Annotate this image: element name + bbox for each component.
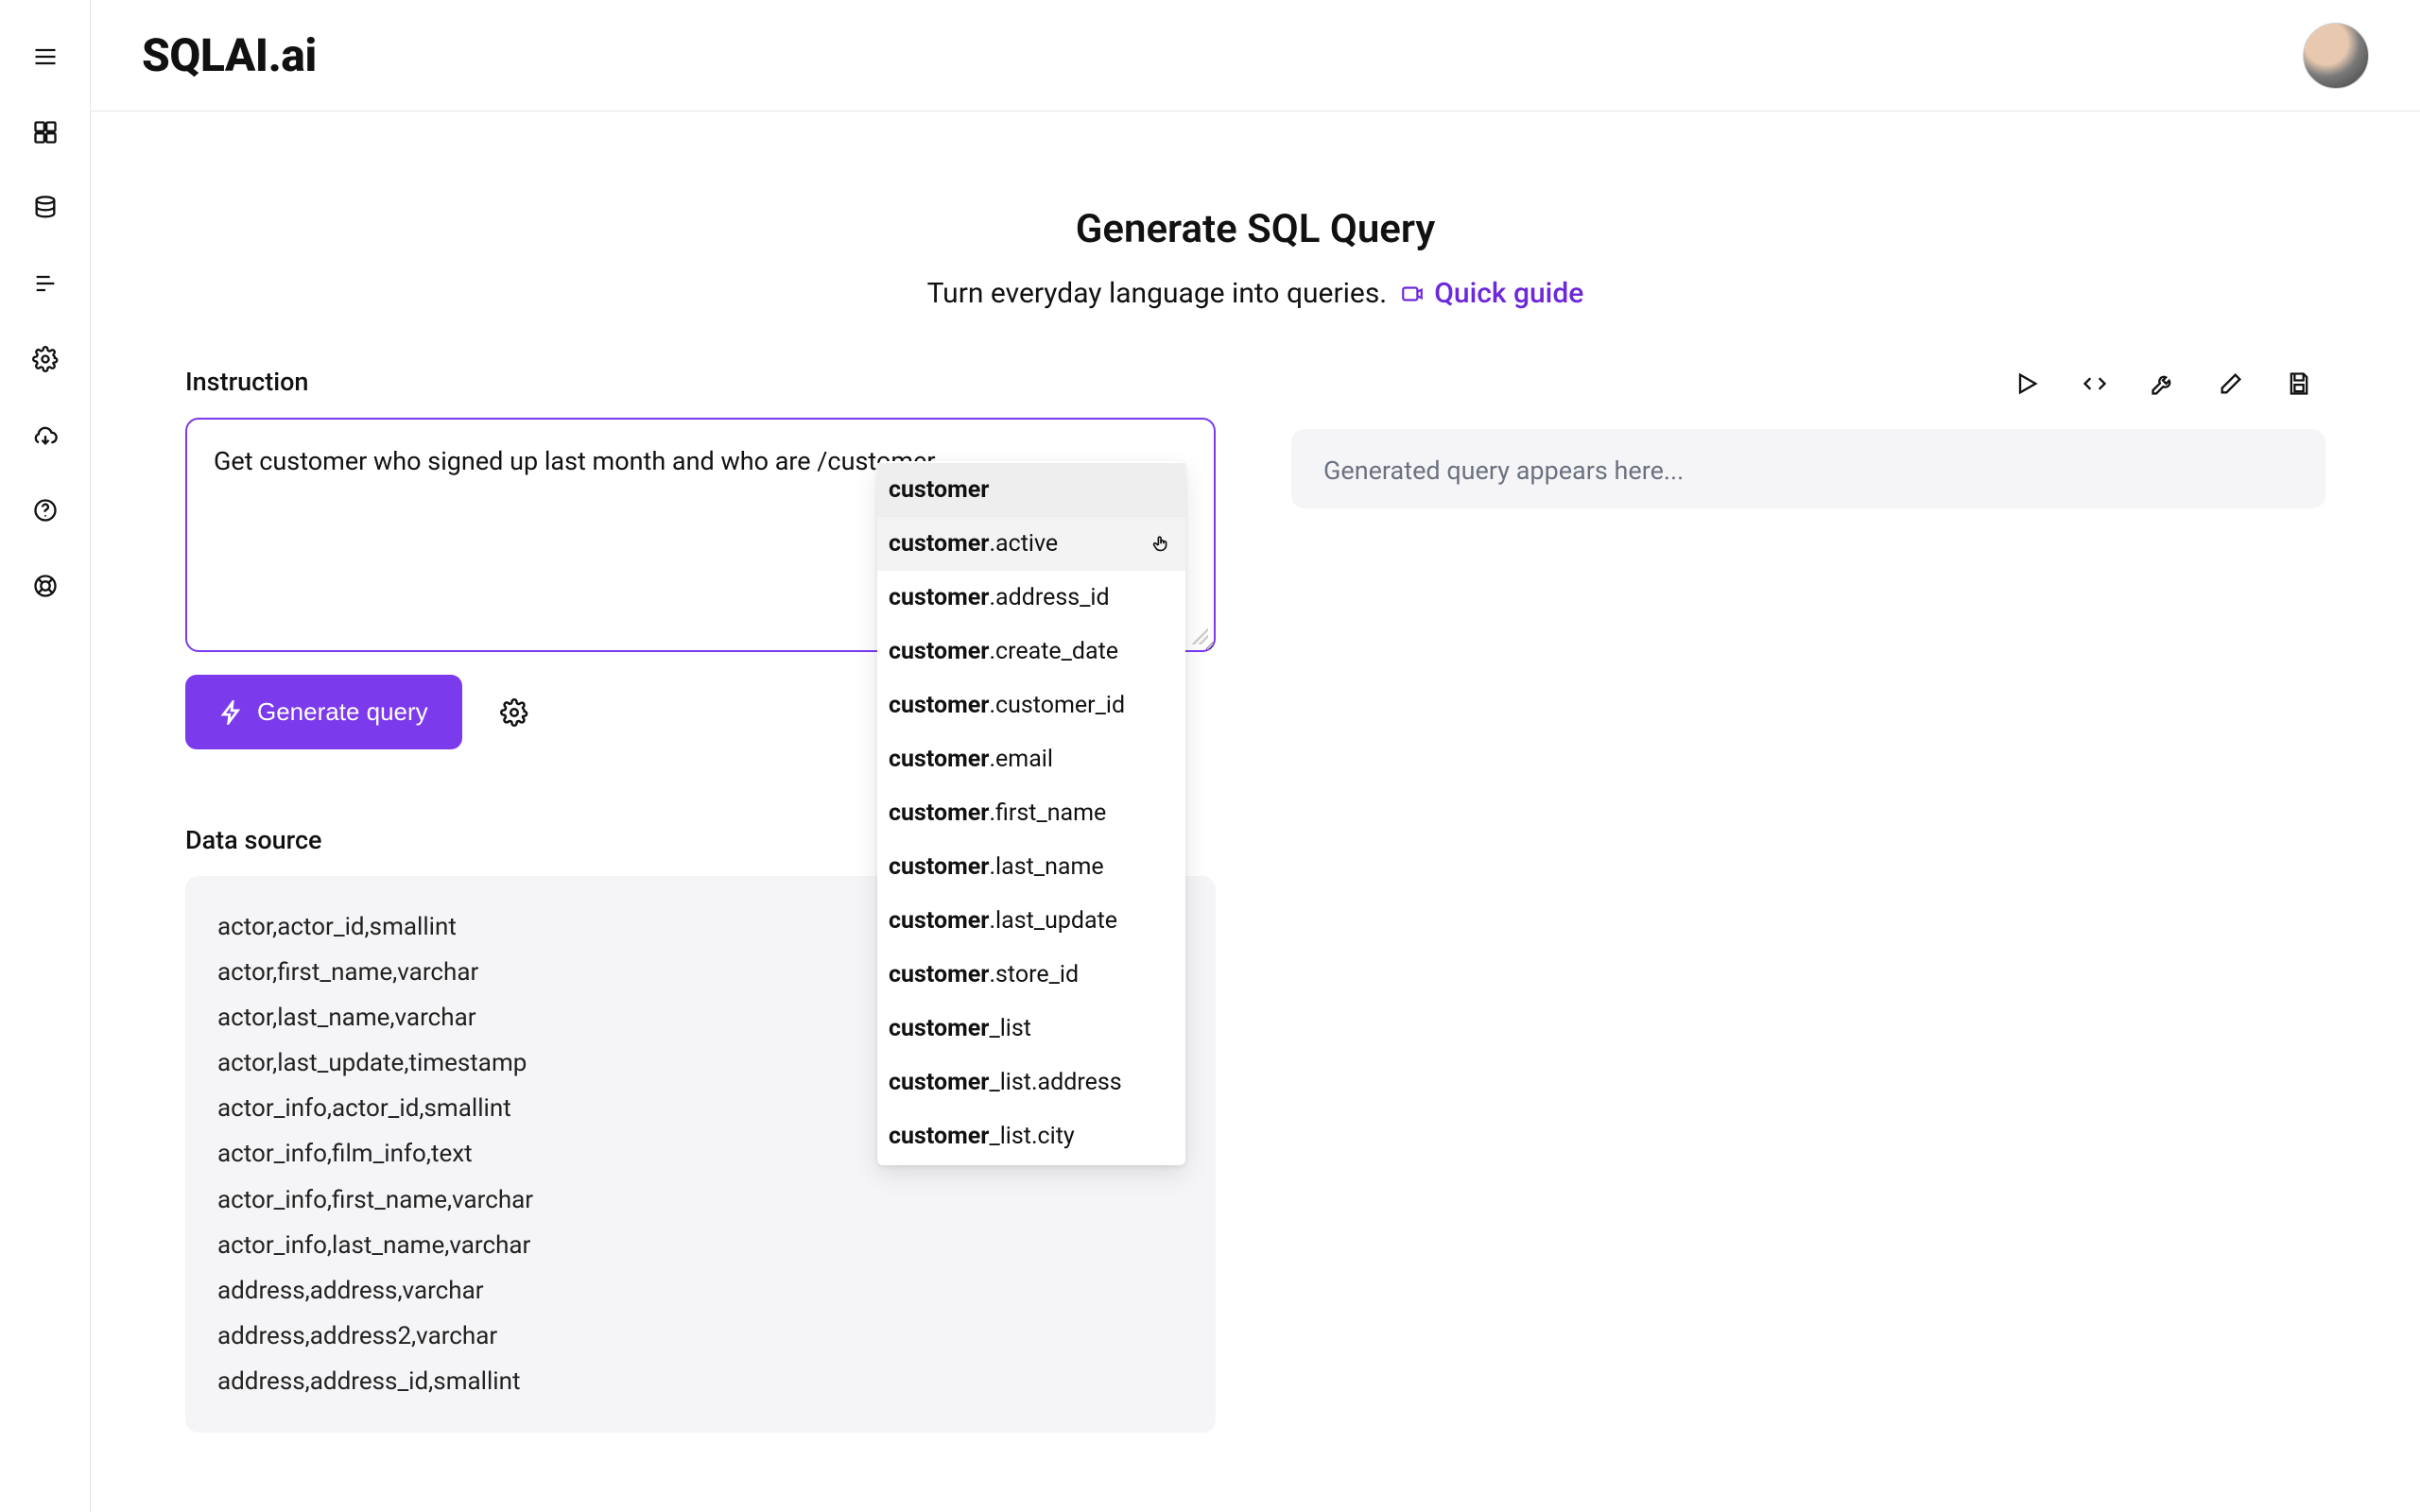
autocomplete-item[interactable]: customer.last_name	[877, 840, 1185, 894]
settings-icon[interactable]	[30, 344, 60, 374]
autocomplete-item[interactable]: customer.first_name	[877, 786, 1185, 840]
autocomplete-item[interactable]: customer.customer_id	[877, 679, 1185, 732]
menu-icon[interactable]	[30, 42, 60, 72]
edit-icon[interactable]	[2218, 370, 2244, 401]
instruction-label: Instruction	[185, 367, 1216, 397]
generate-button-label: Generate query	[257, 697, 428, 727]
autocomplete-item[interactable]: customer_list	[877, 1002, 1185, 1056]
logo[interactable]: SQLAI.ai	[142, 28, 317, 82]
autocomplete-item[interactable]: customer.last_update	[877, 894, 1185, 948]
list-icon[interactable]	[30, 268, 60, 299]
autocomplete-item[interactable]: customer_list.address	[877, 1056, 1185, 1109]
wrench-icon[interactable]	[2150, 370, 2176, 401]
autocomplete-item[interactable]: customer.address_id	[877, 571, 1185, 625]
quick-guide-link[interactable]: Quick guide	[1400, 277, 1583, 310]
database-icon[interactable]	[30, 193, 60, 223]
cloud-icon[interactable]	[30, 420, 60, 450]
play-icon[interactable]	[2014, 370, 2040, 401]
autocomplete-item[interactable]: customer_list.city	[877, 1109, 1185, 1163]
instruction-value: Get customer who signed up last month an…	[214, 446, 936, 476]
output-box: Generated query appears here...	[1291, 429, 2325, 508]
lifebuoy-icon[interactable]	[30, 571, 60, 601]
datasource-row: actor_info,first_name,varchar	[217, 1177, 1184, 1223]
output-placeholder: Generated query appears here...	[1323, 455, 1684, 486]
autocomplete-popup: customercustomer.activecustomer.address_…	[877, 461, 1185, 1165]
avatar[interactable]	[2303, 23, 2369, 89]
datasource-row: actor_info,last_name,varchar	[217, 1223, 1184, 1268]
autocomplete-item[interactable]: customer.email	[877, 732, 1185, 786]
cursor-icon	[1151, 534, 1172, 555]
code-icon[interactable]	[2082, 370, 2108, 401]
autocomplete-item[interactable]: customer	[877, 463, 1185, 517]
autocomplete-item[interactable]: customer.store_id	[877, 948, 1185, 1002]
page-subtitle: Turn everyday language into queries.	[927, 277, 1388, 310]
datasource-row: address,address2,varchar	[217, 1314, 1184, 1359]
sidebar	[0, 0, 91, 1512]
topbar: SQLAI.ai	[91, 0, 2420, 112]
quick-guide-label: Quick guide	[1434, 277, 1583, 310]
generate-settings-icon[interactable]	[500, 698, 528, 727]
datasource-row: address,address,varchar	[217, 1268, 1184, 1314]
save-icon[interactable]	[2286, 370, 2312, 401]
page-title: Generate SQL Query	[185, 206, 2325, 252]
autocomplete-item[interactable]: customer.active	[877, 517, 1185, 571]
dashboard-icon[interactable]	[30, 117, 60, 147]
datasource-row: address,address_id,smallint	[217, 1359, 1184, 1404]
autocomplete-item[interactable]: customer.create_date	[877, 625, 1185, 679]
help-icon[interactable]	[30, 495, 60, 525]
generate-button[interactable]: Generate query	[185, 675, 462, 749]
